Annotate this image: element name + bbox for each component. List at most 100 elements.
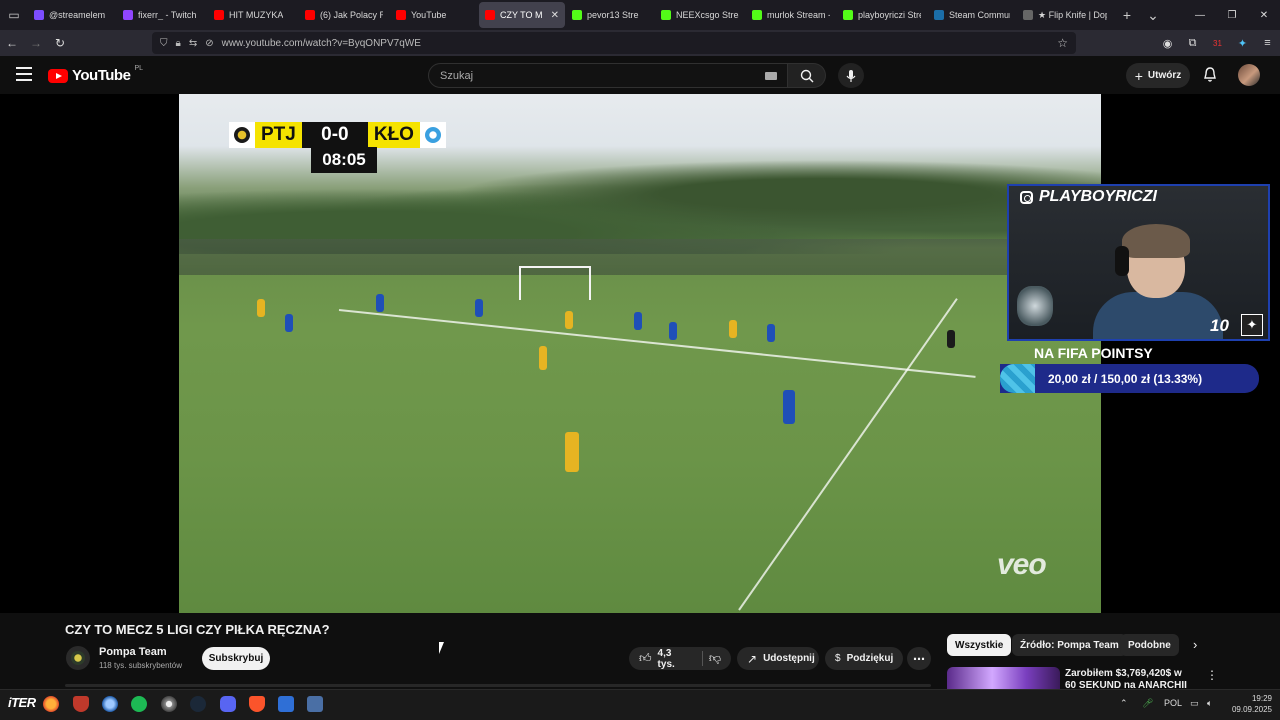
recommended-title[interactable]: Zarobiłem $3,769,420$ w 60 SEKUND na ANA…	[1065, 668, 1195, 690]
hamburger-menu-icon[interactable]	[16, 67, 32, 81]
shield-icon[interactable]: ⛉	[160, 38, 168, 49]
extensions-icon[interactable]: ⧉	[1180, 30, 1205, 56]
browser-tab[interactable]: HIT MUZYKA	[208, 2, 298, 28]
microphone-icon	[846, 69, 856, 82]
chevron-right-icon[interactable]: ›	[1193, 637, 1197, 652]
webcam-streamer-hair	[1122, 224, 1190, 258]
thumbs-up-icon[interactable]: 👍︎	[639, 651, 652, 666]
notifications-bell-icon[interactable]	[1201, 66, 1219, 84]
cam-number: 10	[1210, 316, 1229, 335]
tab-label: ★ Flip Knife | Dop	[1038, 9, 1107, 20]
lock-icon[interactable]: 🔒︎	[176, 38, 181, 49]
chrome-icon[interactable]	[161, 696, 177, 712]
browser-tab[interactable]: @streamelem	[28, 2, 116, 28]
tab-favicon-icon	[123, 10, 133, 20]
search-button[interactable]	[788, 63, 826, 88]
back-icon[interactable]: ←	[0, 30, 24, 56]
video-player-figure	[539, 346, 547, 370]
calculator-icon[interactable]	[307, 696, 323, 712]
volume-icon[interactable]: 🔈︎	[1207, 698, 1212, 709]
minimize-icon[interactable]: —	[1184, 0, 1216, 30]
video-player-figure	[729, 320, 737, 338]
chevron-down-icon[interactable]: ⌄	[1140, 7, 1166, 24]
firefox-icon[interactable]	[43, 696, 59, 712]
restore-icon[interactable]: ❐	[1216, 0, 1248, 30]
youtube-logo[interactable]: YouTube PL	[48, 65, 143, 84]
close-window-icon[interactable]: ✕	[1248, 0, 1280, 30]
search-input[interactable]: Szukaj	[428, 63, 788, 88]
more-vert-icon[interactable]: ⋮	[1206, 668, 1218, 682]
tab-label: fixerr_ - Twitch	[138, 10, 197, 20]
streamer-webcam	[1007, 184, 1270, 341]
url-bar[interactable]: ⛉ 🔒︎ ⇆ ⊘ www.youtube.com/watch?v=ByqONPV…	[152, 32, 1076, 54]
browser-tab[interactable]: murlok Stream -	[746, 2, 836, 28]
browser-tab[interactable]: ★ Flip Knife | Dop	[1017, 2, 1113, 28]
create-button[interactable]: + Utwórz	[1126, 63, 1190, 88]
menu-icon[interactable]: ≡	[1255, 30, 1280, 56]
browser-tab[interactable]: NEEXcsgo Stream	[655, 2, 745, 28]
tab-label: playboyriczi Strea	[858, 10, 921, 20]
thumbs-down-icon[interactable]: 👎︎	[709, 651, 721, 666]
more-actions-icon[interactable]: ⋯	[907, 647, 931, 670]
shield-app-icon[interactable]	[73, 696, 89, 712]
tab-favicon-icon	[661, 10, 671, 20]
browser-tab[interactable]: pevor13 Stre	[566, 2, 654, 28]
brave-icon[interactable]	[249, 696, 265, 712]
youtube-logo-text: YouTube	[72, 67, 131, 84]
subscribe-button[interactable]: Subskrybuj	[202, 647, 270, 670]
system-clock[interactable]: 19:29 09.09.2025	[1228, 693, 1272, 715]
like-count[interactable]: 4,3 tys.	[658, 648, 688, 670]
browser-tab[interactable]: playboyriczi Strea	[837, 2, 927, 28]
forward-icon[interactable]: →	[24, 30, 48, 56]
tray-mic-icon[interactable]: 🎤︎	[1142, 698, 1153, 709]
start-logo[interactable]: iTER	[8, 695, 36, 710]
network-icon[interactable]: ▭	[1190, 698, 1199, 709]
thanks-button[interactable]: $ Podziękuj	[825, 647, 903, 670]
browser-tab[interactable]: YouTube	[390, 2, 478, 28]
donation-goal-fill	[1000, 364, 1035, 393]
voice-search-button[interactable]	[838, 63, 864, 88]
recommended-thumbnail[interactable]	[947, 667, 1060, 689]
chip-all[interactable]: Wszystkie	[947, 634, 1012, 656]
globe-icon[interactable]	[102, 696, 118, 712]
tab-list-icon[interactable]: ▭	[0, 0, 28, 30]
browser-navbar: ← → ↻ ⛉ 🔒︎ ⇆ ⊘ www.youtube.com/watch?v=B…	[0, 30, 1280, 56]
close-tab-icon[interactable]: ✕	[551, 10, 559, 21]
share-button[interactable]: ↗ Udostępnij	[737, 647, 819, 670]
thanks-label: Podziękuj	[846, 653, 894, 664]
away-crest-icon	[419, 122, 446, 148]
browser-tab[interactable]: (6) Jak Polacy Ro	[299, 2, 389, 28]
tab-label: HIT MUZYKA	[229, 10, 284, 20]
discord-icon[interactable]	[220, 696, 236, 712]
reload-icon[interactable]: ↻	[48, 30, 72, 56]
video-player-figure	[475, 299, 483, 317]
extension-icon[interactable]: ✦	[1230, 30, 1255, 56]
language-indicator[interactable]: POL	[1164, 698, 1182, 708]
remote-desktop-icon[interactable]	[278, 696, 294, 712]
browser-tab[interactable]: fixerr_ - Twitch	[117, 2, 207, 28]
donation-goal-text: 20,00 zł / 150,00 zł (13.33%)	[1048, 372, 1203, 386]
chip-related[interactable]: Podobne	[1120, 634, 1179, 656]
spotify-icon[interactable]	[131, 696, 147, 712]
permissions-icon[interactable]: ⇆	[189, 38, 197, 49]
clock-time: 19:29	[1251, 694, 1272, 703]
bookmark-star-icon[interactable]: ☆	[1057, 36, 1068, 50]
browser-tab[interactable]: Steam Communi	[928, 2, 1016, 28]
description-edge	[65, 684, 931, 687]
streamer-name-text: PLAYBOYRICZI	[1039, 188, 1157, 205]
user-avatar[interactable]	[1238, 64, 1260, 86]
tray-chevron-icon[interactable]: ⌃	[1120, 698, 1128, 709]
tab-label: CZY TO M	[500, 10, 542, 20]
extension-badge-icon[interactable]: 31	[1205, 30, 1230, 56]
tab-label: @streamelem	[49, 10, 106, 20]
account-icon[interactable]: ◉	[1155, 30, 1180, 56]
steam-icon[interactable]	[190, 696, 206, 712]
keyboard-icon[interactable]	[765, 72, 777, 80]
blocked-icon[interactable]: ⊘	[205, 38, 213, 49]
tab-label: Steam Communi	[949, 10, 1010, 20]
channel-avatar[interactable]	[66, 646, 90, 670]
chip-source[interactable]: Źródło: Pompa Team	[1012, 634, 1127, 656]
browser-tab[interactable]: CZY TO M ✕	[479, 2, 565, 28]
channel-name[interactable]: Pompa Team	[99, 646, 167, 658]
new-tab-icon[interactable]: +	[1114, 7, 1140, 23]
